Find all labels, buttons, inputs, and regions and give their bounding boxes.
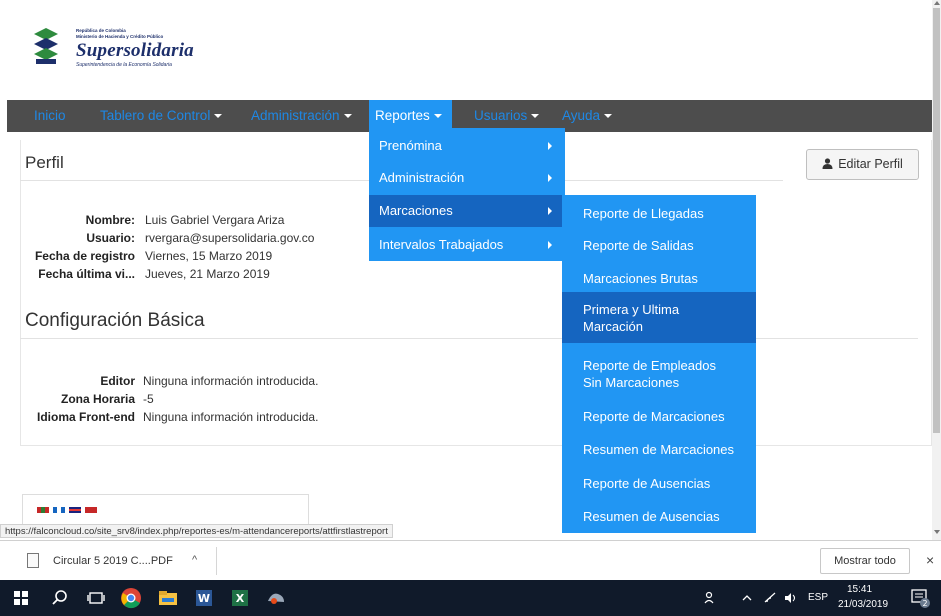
site-header: República de Colombia Ministerio de Haci… — [0, 0, 932, 95]
notifications-icon[interactable]: 2 — [909, 587, 931, 609]
file-explorer-icon[interactable] — [156, 586, 180, 610]
field-value: -5 — [143, 392, 154, 406]
edit-profile-label: Editar Perfil — [838, 157, 903, 171]
nav-reportes-label: Reportes — [375, 108, 430, 123]
page-scrollbar[interactable] — [932, 0, 941, 540]
chevron-right-icon — [548, 174, 552, 182]
chevron-down-icon — [604, 114, 613, 119]
nav-inicio[interactable]: Inicio — [34, 100, 66, 132]
download-file-name[interactable]: Circular 5 2019 C....PDF — [53, 555, 173, 567]
marcaciones-submenu: Reporte de Llegadas Reporte de Salidas M… — [562, 195, 756, 533]
field-value: Viernes, 15 Marzo 2019 — [145, 249, 273, 263]
submenu-item-resumen-ausencias[interactable]: Resumen de Ausencias — [562, 508, 756, 526]
menu-item-prenomina[interactable]: Prenómina — [369, 130, 565, 162]
brand-emblem-icon — [34, 28, 58, 64]
user-icon — [822, 158, 833, 169]
word-icon[interactable]: W — [192, 586, 216, 610]
menu-item-label: Administración — [379, 170, 465, 185]
scroll-down-icon[interactable] — [934, 530, 940, 534]
submenu-item-primera-ultima-marcacion[interactable]: Primera y Ultima Marcación — [562, 292, 756, 343]
brand-subtitle: Superintendencia de la Economía Solidari… — [76, 62, 172, 68]
nav-administracion[interactable]: Administración — [251, 100, 356, 132]
search-icon[interactable] — [48, 586, 72, 610]
field-label: Idioma Front-end — [37, 410, 135, 424]
field-label: Nombre: — [85, 213, 135, 227]
windows-taskbar: W X ESP 15:41 21/03/2019 2 — [0, 580, 941, 616]
wifi-icon[interactable] — [762, 590, 778, 606]
menu-item-administracion[interactable]: Administración — [369, 162, 565, 194]
supersolidaria-logo[interactable]: República de Colombia Ministerio de Haci… — [32, 26, 212, 72]
download-options-caret[interactable]: ^ — [192, 554, 197, 566]
field-label: Editor — [100, 374, 135, 388]
config-divider — [20, 338, 918, 339]
submenu-item-marcaciones-brutas[interactable]: Marcaciones Brutas — [562, 270, 756, 288]
submenu-item-reporte-marcaciones[interactable]: Reporte de Marcaciones — [562, 408, 756, 426]
submenu-item-reporte-salidas[interactable]: Reporte de Salidas — [562, 237, 756, 255]
field-value: Ninguna información introducida. — [143, 410, 319, 424]
field-value: Jueves, 21 Marzo 2019 — [145, 267, 270, 281]
language-flags-icon — [37, 507, 97, 513]
menu-item-label: Prenómina — [379, 138, 442, 153]
chevron-right-icon — [548, 241, 552, 249]
menu-item-intervalos-trabajados[interactable]: Intervalos Trabajados — [369, 229, 565, 261]
chevron-right-icon — [548, 207, 552, 215]
status-url-tooltip: https://falconcloud.co/site_srv8/index.p… — [0, 524, 393, 538]
chevron-up-icon[interactable] — [741, 592, 753, 604]
config-heading: Configuración Básica — [25, 310, 205, 331]
nav-tablero-de-control[interactable]: Tablero de Control — [100, 100, 226, 132]
clock-time[interactable]: 15:41 — [847, 584, 872, 595]
nav-ayuda[interactable]: Ayuda — [562, 100, 616, 132]
windows-start-icon[interactable] — [9, 586, 33, 610]
brand-ministry: Ministerio de Hacienda y Crédito Público — [76, 34, 164, 39]
svg-text:W: W — [198, 592, 210, 605]
field-value: Ninguna información introducida. — [143, 374, 319, 388]
chevron-down-icon — [531, 114, 540, 119]
app-icon[interactable] — [264, 586, 288, 610]
edit-profile-button[interactable]: Editar Perfil — [806, 149, 919, 180]
excel-icon[interactable]: X — [228, 586, 252, 610]
field-value: rvergara@supersolidaria.gov.co — [145, 231, 315, 245]
field-label: Usuario: — [86, 231, 135, 245]
chevron-down-icon — [433, 114, 442, 119]
submenu-item-reporte-llegadas[interactable]: Reporte de Llegadas — [562, 205, 756, 223]
close-icon[interactable]: × — [926, 552, 934, 568]
pdf-file-icon — [27, 553, 39, 568]
svg-text:X: X — [236, 592, 245, 605]
nav-ayuda-label: Ayuda — [562, 108, 601, 123]
profile-heading: Perfil — [25, 153, 64, 172]
notifications-count: 2 — [922, 599, 927, 608]
input-language[interactable]: ESP — [808, 592, 828, 603]
reportes-dropdown: Prenómina Administración Marcaciones Int… — [369, 128, 565, 261]
chevron-right-icon — [548, 142, 552, 150]
chrome-icon[interactable] — [119, 586, 143, 610]
field-label: Zona Horaria — [60, 392, 135, 406]
menu-item-label: Intervalos Trabajados — [379, 237, 504, 252]
submenu-item-resumen-marcaciones[interactable]: Resumen de Marcaciones — [562, 441, 756, 459]
submenu-item-empleados-sin-marcaciones[interactable]: Reporte de Empleados Sin Marcaciones — [562, 357, 756, 393]
menu-item-marcaciones[interactable]: Marcaciones — [369, 195, 565, 227]
brand-title: Supersolidaria — [76, 40, 194, 61]
field-value: Luis Gabriel Vergara Ariza — [145, 213, 285, 227]
scroll-up-icon[interactable] — [934, 1, 940, 5]
people-icon[interactable] — [703, 590, 719, 606]
download-divider — [216, 547, 217, 575]
field-label: Fecha de registro — [34, 249, 135, 263]
chevron-down-icon — [343, 114, 352, 119]
chevron-down-icon — [214, 114, 223, 119]
submenu-item-reporte-ausencias[interactable]: Reporte de Ausencias — [562, 475, 756, 493]
menu-item-label: Marcaciones — [379, 203, 453, 218]
task-view-icon[interactable] — [84, 586, 108, 610]
nav-tablero-label: Tablero de Control — [100, 108, 211, 123]
downloads-bar: Circular 5 2019 C....PDF ^ Mostrar todo … — [0, 540, 941, 580]
brand-country: República de Colombia — [76, 28, 126, 33]
nav-usuarios-label: Usuarios — [474, 108, 528, 123]
field-label: Fecha última vi... — [38, 267, 135, 281]
show-all-button[interactable]: Mostrar todo — [820, 548, 910, 574]
volume-icon[interactable] — [783, 590, 799, 606]
scrollbar-thumb[interactable] — [933, 8, 940, 433]
language-card — [22, 494, 309, 524]
clock-date[interactable]: 21/03/2019 — [838, 599, 888, 610]
nav-administracion-label: Administración — [251, 108, 340, 123]
